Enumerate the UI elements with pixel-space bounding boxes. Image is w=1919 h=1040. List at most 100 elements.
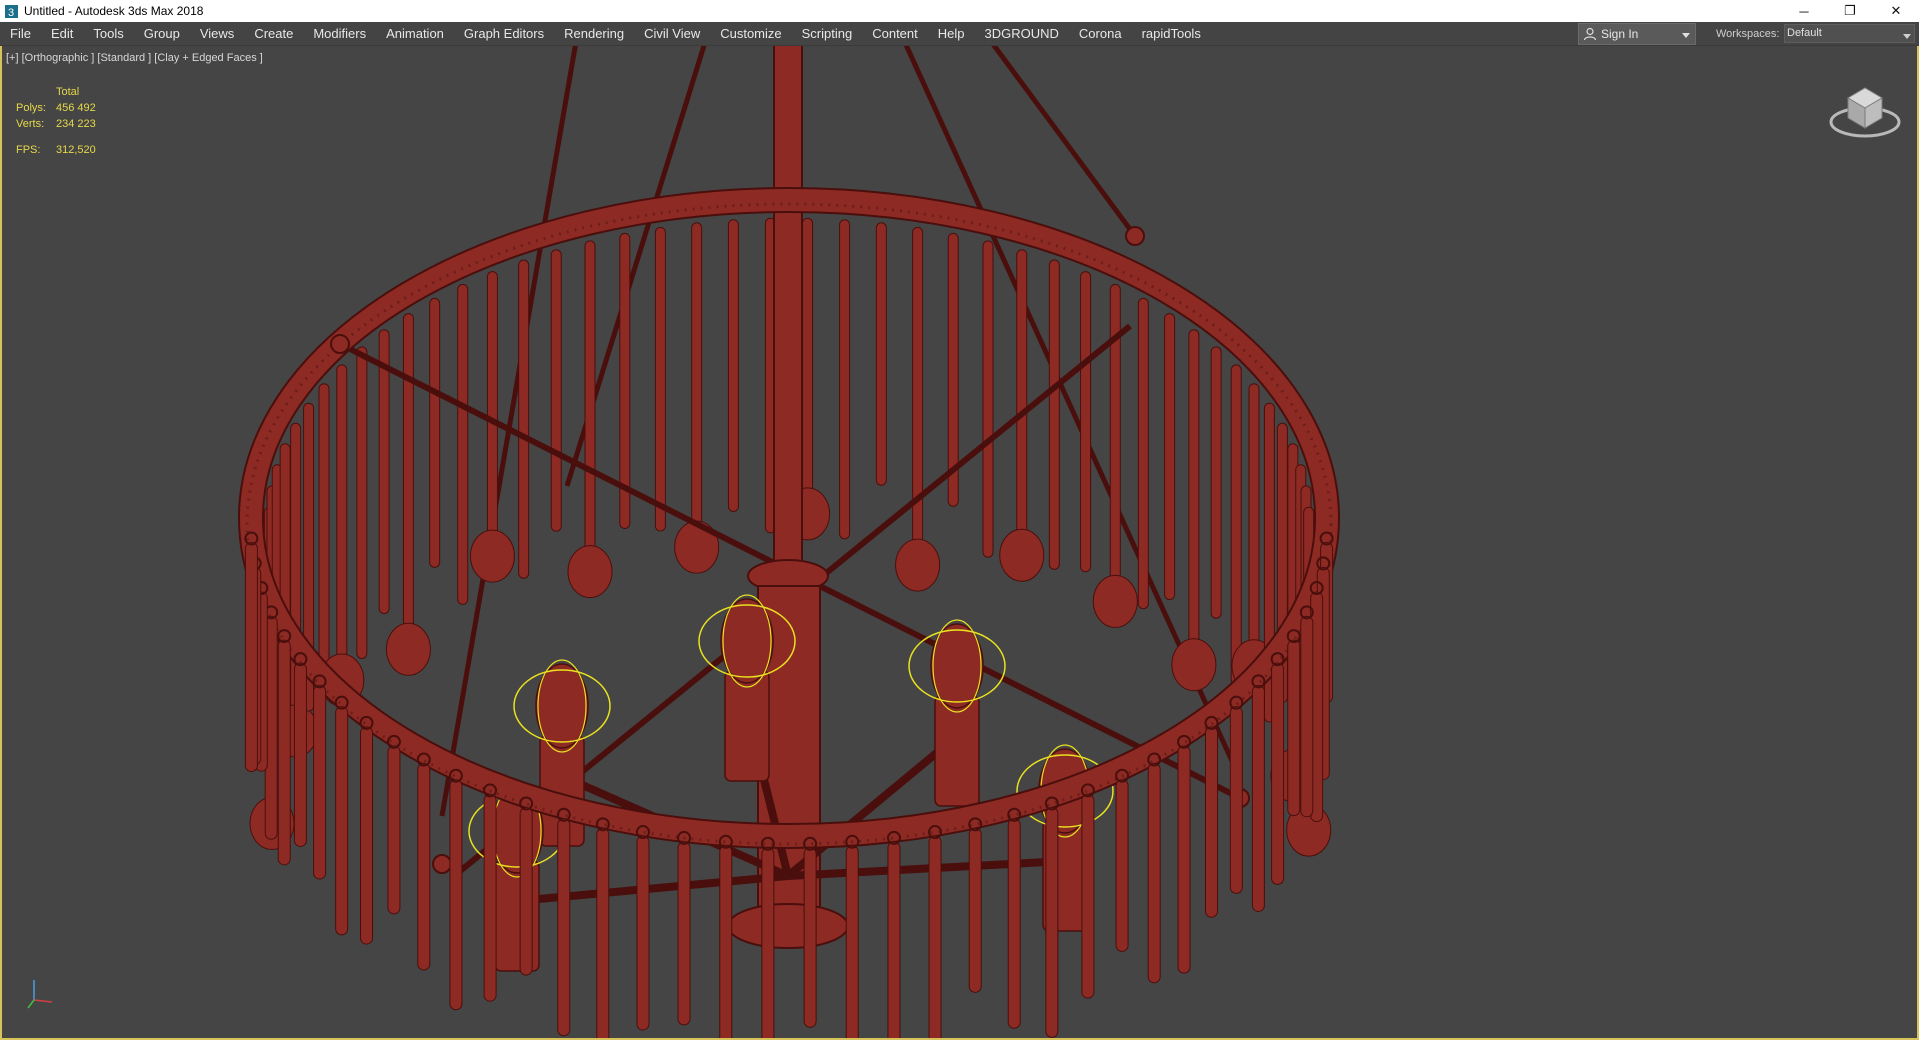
candle-arm (787, 857, 1066, 880)
polys-value: 456 492 (56, 102, 96, 114)
crystal-rod (387, 745, 401, 915)
crystal-rod (457, 283, 469, 605)
crystal-rod (802, 217, 814, 497)
crystal-rod (1147, 763, 1161, 984)
crystal-drop (1171, 638, 1217, 692)
crystal-rod (417, 763, 431, 971)
chevron-down-icon (1903, 29, 1911, 46)
menu-rapidtools[interactable]: rapidTools (1132, 22, 1211, 46)
app-logo-icon: 3 (4, 4, 18, 18)
crystal-rod (1251, 684, 1265, 912)
menu-scripting[interactable]: Scripting (792, 22, 863, 46)
menu-civil-view[interactable]: Civil View (634, 22, 710, 46)
viewcube-icon[interactable] (1828, 76, 1902, 145)
crystal-rod (336, 364, 348, 663)
menu-corona[interactable]: Corona (1069, 22, 1132, 46)
workspaces-label: Workspaces: (1716, 28, 1780, 40)
fps-label: FPS: (16, 144, 41, 156)
crystal-drop (385, 622, 431, 676)
crystal-drop (895, 538, 941, 592)
crystal-rod (1300, 615, 1314, 818)
crystal-rod (875, 222, 887, 486)
menu-3dground[interactable]: 3DGROUND (975, 22, 1069, 46)
crystal-rod (293, 662, 307, 847)
menu-help[interactable]: Help (928, 22, 975, 46)
menu-file[interactable]: File (0, 22, 41, 46)
menu-rendering[interactable]: Rendering (554, 22, 634, 46)
crystal-rod (677, 841, 691, 1026)
menu-bar: File Edit Tools Group Views Create Modif… (0, 22, 1919, 46)
fps-value: 312,520 (56, 144, 96, 156)
menu-group[interactable]: Group (134, 22, 190, 46)
user-icon (1583, 27, 1597, 41)
crystal-rod (584, 240, 596, 555)
chevron-down-icon[interactable] (1681, 29, 1691, 43)
crystal-drop (469, 529, 515, 583)
column-base (727, 903, 849, 949)
minimize-button[interactable]: ─ (1781, 0, 1827, 22)
crystal-rod (277, 639, 291, 866)
crystal-rod (1115, 779, 1129, 952)
crystal-drop (999, 528, 1045, 582)
crystal-rod (1188, 329, 1200, 648)
crystal-rod (636, 835, 650, 1031)
menu-views[interactable]: Views (190, 22, 244, 46)
crystal-rod (557, 818, 571, 1037)
window-title: Untitled - Autodesk 3ds Max 2018 (24, 4, 204, 18)
crystal-rod (356, 346, 368, 659)
crystal-rod (1229, 706, 1243, 894)
menu-modifiers[interactable]: Modifiers (303, 22, 376, 46)
crystal-rod (1016, 249, 1028, 538)
crystal-rod (1080, 271, 1092, 573)
crystal-rod (596, 827, 610, 1038)
crystal-drop (1092, 574, 1138, 628)
crystal-rod (486, 271, 498, 539)
menu-animation[interactable]: Animation (376, 22, 454, 46)
menu-graph-editors[interactable]: Graph Editors (454, 22, 554, 46)
crystal-rod (313, 684, 327, 880)
crystal-rod (244, 541, 258, 773)
chandelier-model[interactable] (2, 46, 1917, 1040)
crystal-rod (1045, 806, 1059, 1038)
menu-customize[interactable]: Customize (710, 22, 791, 46)
crystal-rod (1287, 639, 1301, 817)
restore-button[interactable]: ❐ (1827, 0, 1873, 22)
crystal-rod (982, 240, 994, 558)
crystal-rod (727, 219, 739, 512)
perspective-viewport[interactable]: [+] [Orthographic ] [Standard ] [Clay + … (0, 46, 1919, 1040)
verts-label: Verts: (16, 118, 45, 130)
ring-node (432, 854, 452, 874)
verts-value: 234 223 (56, 118, 96, 130)
polys-label: Polys: (16, 102, 46, 114)
crystal-rod (1048, 259, 1060, 570)
sign-in-button[interactable]: Sign In (1578, 23, 1696, 45)
ring-node (1125, 226, 1145, 246)
crystal-rod (719, 845, 733, 1038)
viewport-label-menu[interactable]: [+] [Orthographic ] [Standard ] [Clay + … (6, 52, 263, 64)
menu-content[interactable]: Content (862, 22, 928, 46)
crystal-rod (1230, 364, 1242, 686)
crystal-rod (887, 841, 901, 1038)
crystal-rod (839, 219, 851, 540)
crystal-rod (335, 706, 349, 936)
crystal-rod (318, 383, 330, 687)
crystal-rod (429, 297, 441, 568)
menu-tools[interactable]: Tools (83, 22, 133, 46)
ring-node (330, 334, 350, 354)
workspaces-value: Default (1787, 27, 1822, 39)
crystal-rod (803, 847, 817, 1028)
crystal-rod (968, 827, 982, 993)
stats-header: Total (56, 86, 80, 98)
axis-tripod-icon (26, 976, 56, 1013)
crystal-rod (483, 793, 497, 1002)
workspaces-dropdown[interactable]: Default (1784, 24, 1915, 43)
menu-create[interactable]: Create (244, 22, 303, 46)
crystal-rod (1248, 383, 1260, 649)
central-rod (773, 46, 803, 577)
close-button[interactable]: ✕ (1873, 0, 1919, 22)
crystal-rod (1137, 297, 1149, 610)
crystal-rod (1271, 662, 1285, 885)
crystal-drop (567, 545, 613, 599)
crystal-rod (691, 222, 703, 530)
menu-edit[interactable]: Edit (41, 22, 83, 46)
